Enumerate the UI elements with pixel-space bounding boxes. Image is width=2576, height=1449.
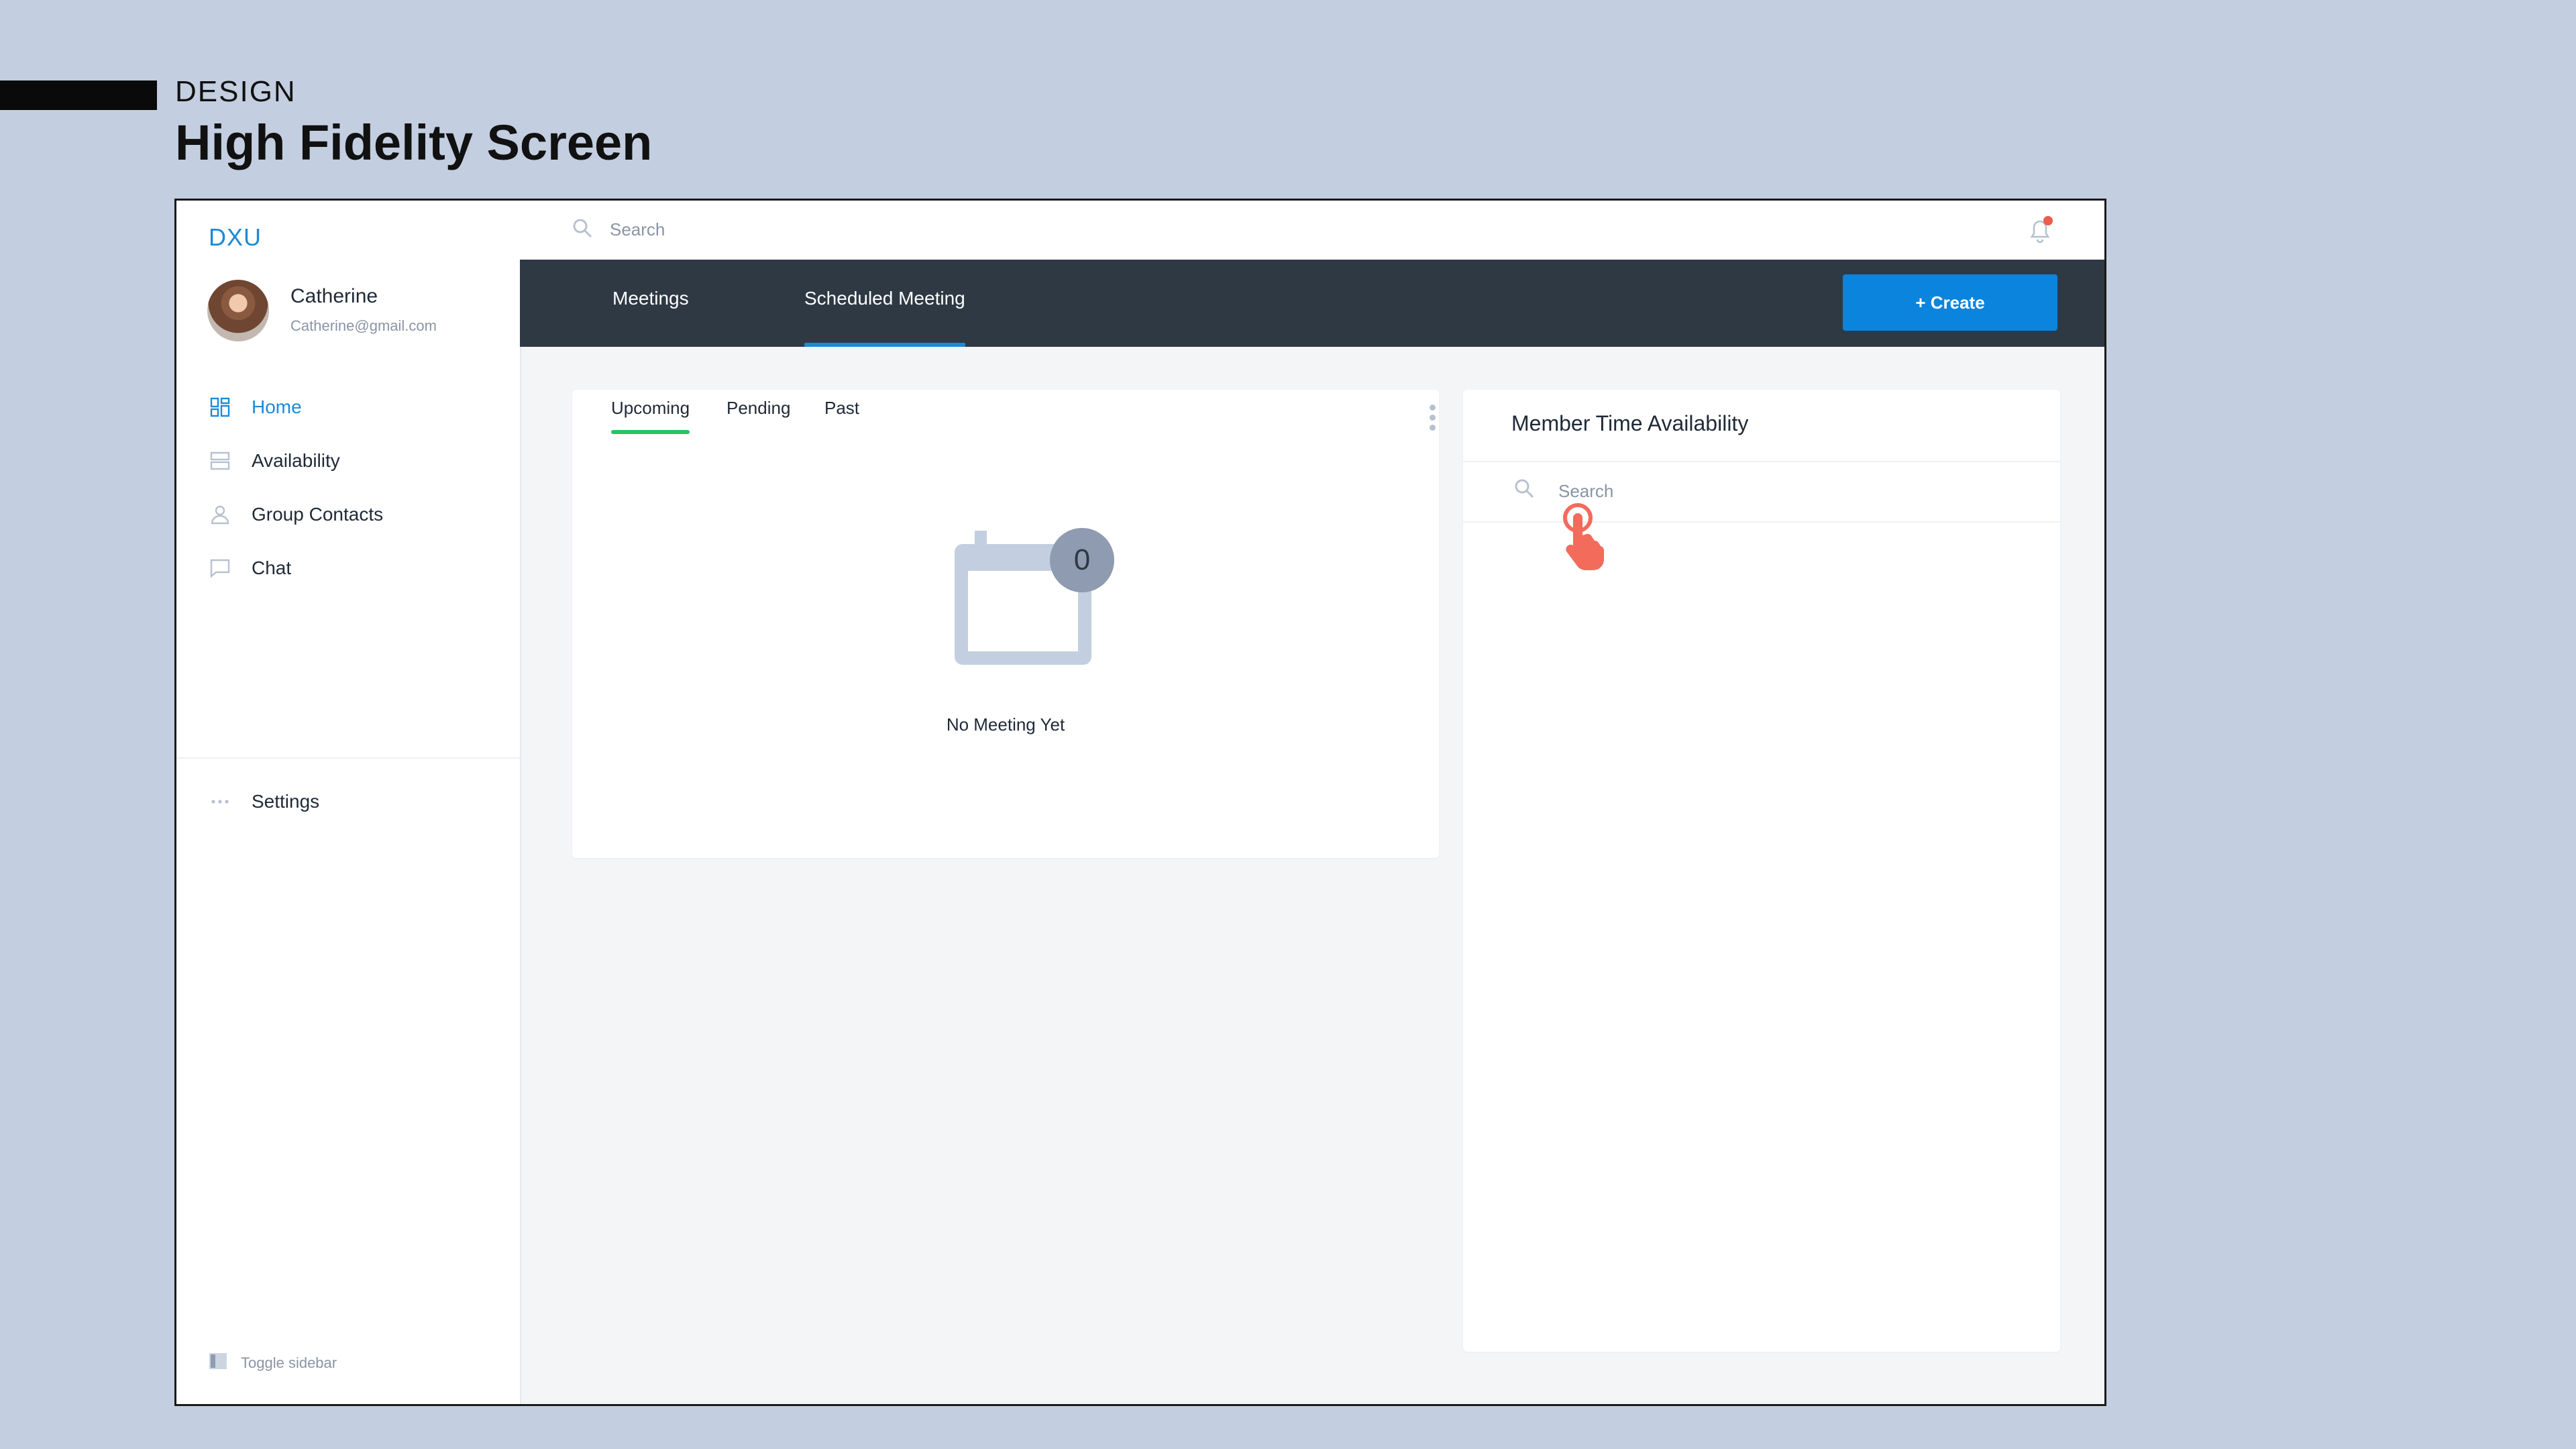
create-button[interactable]: + Create xyxy=(1843,274,2057,331)
search-icon xyxy=(1513,477,1536,503)
app-window: DXU Catherine Catherine@gmail.com Home A… xyxy=(174,199,2106,1406)
sidebar-item-group-contacts[interactable]: Group Contacts xyxy=(207,500,383,529)
tab-meetings[interactable]: Meetings xyxy=(612,288,689,309)
member-availability-card: Member Time Availability xyxy=(1463,390,2060,1352)
more-dots-icon xyxy=(207,789,233,814)
subtab-label: Pending xyxy=(727,398,791,418)
user-name: Catherine xyxy=(290,285,378,307)
meetings-card: Upcoming Pending Past 0 No Meeting Yet xyxy=(572,390,1439,858)
divider xyxy=(1463,461,2060,462)
notification-bell-icon[interactable] xyxy=(2024,214,2056,250)
top-search-bar xyxy=(520,201,2104,261)
more-options-icon[interactable] xyxy=(1430,405,1436,431)
tab-scheduled-meeting[interactable]: Scheduled Meeting xyxy=(804,288,965,347)
sidebar-item-settings[interactable]: Settings xyxy=(207,787,319,816)
meeting-count-badge: 0 xyxy=(1050,528,1114,592)
toggle-sidebar-button[interactable]: Toggle sidebar xyxy=(209,1352,337,1375)
grid-icon xyxy=(207,394,233,420)
sidebar-divider xyxy=(176,757,520,759)
tab-label: Meetings xyxy=(612,288,689,309)
active-subtab-indicator xyxy=(611,430,690,434)
sidebar-item-availability[interactable]: Availability xyxy=(207,446,340,476)
active-tab-indicator xyxy=(804,343,965,347)
list-icon xyxy=(207,448,233,474)
subtab-label: Upcoming xyxy=(611,398,690,418)
availability-title: Member Time Availability xyxy=(1511,411,1749,435)
search-icon xyxy=(571,217,594,243)
sidebar-item-chat[interactable]: Chat xyxy=(207,553,291,583)
subtab-upcoming[interactable]: Upcoming xyxy=(611,398,690,434)
sidebar-item-label: Availability xyxy=(252,450,340,471)
avatar xyxy=(207,280,269,341)
tap-pointer-icon xyxy=(1558,502,1611,575)
sidebar-item-label: Chat xyxy=(252,557,292,578)
app-logo: DXU xyxy=(209,223,262,251)
sidebar-item-home[interactable]: Home xyxy=(207,392,302,422)
member-search-input[interactable] xyxy=(1557,476,1962,506)
tab-bar: Meetings Scheduled Meeting + Create xyxy=(520,260,2104,347)
slide-title: High Fidelity Screen xyxy=(175,115,653,170)
tab-label: Scheduled Meeting xyxy=(804,288,965,309)
toggle-sidebar-label: Toggle sidebar xyxy=(241,1354,337,1371)
user-email: Catherine@gmail.com xyxy=(290,317,437,334)
sidebar-item-label: Group Contacts xyxy=(252,504,384,525)
sidebar-item-label: Settings xyxy=(252,791,320,812)
search-input[interactable] xyxy=(608,214,1215,245)
subtab-past[interactable]: Past xyxy=(824,398,859,419)
empty-state-text: No Meeting Yet xyxy=(946,714,1065,735)
chat-icon xyxy=(207,555,233,581)
user-icon xyxy=(207,502,233,527)
subtab-label: Past xyxy=(824,398,860,418)
sidebar-toggle-icon xyxy=(209,1352,227,1375)
subtab-pending[interactable]: Pending xyxy=(727,398,790,419)
divider xyxy=(1463,521,2060,523)
sidebar-item-label: Home xyxy=(252,396,302,417)
slide-kicker: DESIGN xyxy=(175,75,297,108)
sidebar: DXU Catherine Catherine@gmail.com Home A… xyxy=(176,201,521,1404)
slide-accent-bar xyxy=(0,80,157,110)
